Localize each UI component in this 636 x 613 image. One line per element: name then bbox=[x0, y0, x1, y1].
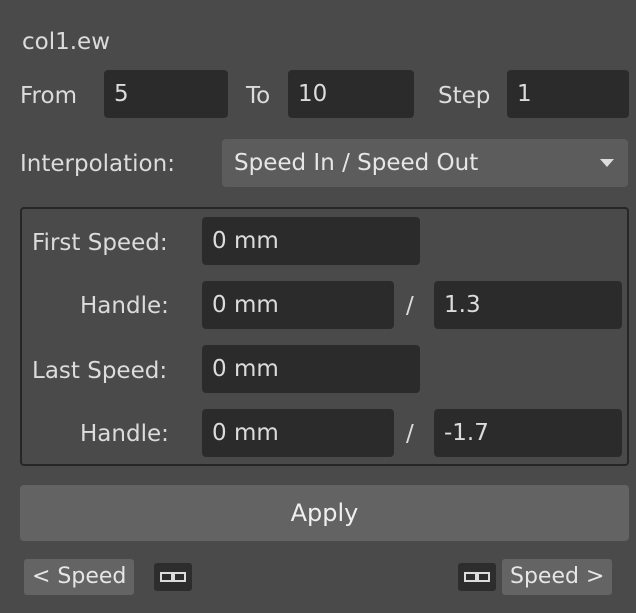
from-input[interactable]: 5 bbox=[104, 70, 228, 118]
handle1-label: Handle: bbox=[80, 293, 169, 319]
from-label: From bbox=[20, 83, 77, 109]
chain-link-icon bbox=[160, 572, 186, 582]
link-icon[interactable] bbox=[154, 563, 192, 591]
chevron-down-icon bbox=[600, 159, 614, 167]
handle1-ratio-input[interactable]: 1.3 bbox=[434, 281, 622, 329]
handle1-input[interactable]: 0 mm bbox=[202, 281, 394, 329]
interpolation-value: Speed In / Speed Out bbox=[234, 150, 479, 176]
last-speed-input[interactable]: 0 mm bbox=[202, 345, 420, 393]
prev-speed-button[interactable]: < Speed bbox=[24, 559, 135, 595]
last-speed-label: Last Speed: bbox=[32, 358, 168, 384]
apply-button[interactable]: Apply bbox=[20, 485, 629, 541]
link-icon-right[interactable] bbox=[458, 563, 496, 591]
window-title: col1.ew bbox=[22, 29, 111, 55]
handle2-ratio-input[interactable]: -1.7 bbox=[434, 409, 622, 457]
to-label: To bbox=[246, 83, 271, 109]
step-label: Step bbox=[438, 83, 491, 109]
first-speed-input[interactable]: 0 mm bbox=[202, 217, 420, 265]
interpolation-dropdown[interactable]: Speed In / Speed Out bbox=[222, 139, 628, 187]
handle2-label: Handle: bbox=[80, 421, 169, 447]
handle1-separator: / bbox=[406, 293, 414, 319]
to-input[interactable]: 10 bbox=[288, 70, 414, 118]
interpolation-label: Interpolation: bbox=[20, 151, 175, 177]
chain-link-icon bbox=[464, 572, 490, 582]
handle2-separator: / bbox=[406, 421, 414, 447]
first-speed-label: First Speed: bbox=[32, 230, 168, 256]
handle2-input[interactable]: 0 mm bbox=[202, 409, 394, 457]
next-speed-button[interactable]: Speed > bbox=[502, 559, 613, 595]
step-input[interactable]: 1 bbox=[507, 70, 629, 118]
